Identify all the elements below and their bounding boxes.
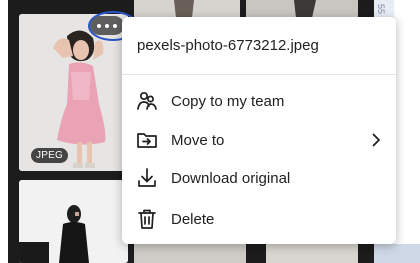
menu-item-move-to[interactable]: Move to bbox=[122, 122, 396, 158]
more-dots-icon bbox=[105, 23, 109, 28]
menu-item-copy-to-my-team[interactable]: Copy to my team bbox=[122, 83, 396, 119]
image-thumbnail[interactable] bbox=[246, 0, 358, 18]
trash-icon bbox=[138, 209, 156, 229]
download-icon bbox=[138, 168, 156, 187]
menu-item-label: Download original bbox=[171, 169, 291, 187]
more-options-button[interactable] bbox=[90, 16, 124, 35]
image-thumbnail[interactable] bbox=[134, 0, 240, 18]
chevron-right-icon bbox=[372, 133, 380, 147]
side-panel-edge-bar bbox=[374, 244, 420, 263]
team-icon bbox=[137, 91, 157, 110]
menu-item-label: Move to bbox=[171, 131, 225, 149]
photo-person-in-black bbox=[19, 180, 128, 263]
menu-item-delete[interactable]: Delete bbox=[122, 201, 396, 237]
format-badge: JPEG bbox=[31, 148, 68, 163]
image-context-menu: pexels-photo-6773212.jpeg Copy to my tea… bbox=[122, 17, 396, 244]
edge-number: 55 bbox=[376, 4, 386, 15]
more-dots-icon bbox=[113, 23, 117, 28]
image-thumbnail[interactable] bbox=[134, 244, 246, 263]
image-thumbnail[interactable] bbox=[19, 180, 128, 263]
move-to-folder-icon bbox=[137, 133, 157, 148]
menu-header: pexels-photo-6773212.jpeg bbox=[122, 17, 396, 75]
menu-item-download-original[interactable]: Download original bbox=[122, 160, 396, 196]
image-thumbnail-selected[interactable]: JPEG bbox=[19, 14, 128, 171]
more-dots-icon bbox=[97, 23, 101, 28]
menu-item-label: Copy to my team bbox=[171, 92, 285, 110]
file-name: pexels-photo-6773212.jpeg bbox=[137, 37, 319, 54]
image-thumbnail[interactable] bbox=[266, 244, 358, 263]
menu-item-label: Delete bbox=[171, 210, 215, 228]
